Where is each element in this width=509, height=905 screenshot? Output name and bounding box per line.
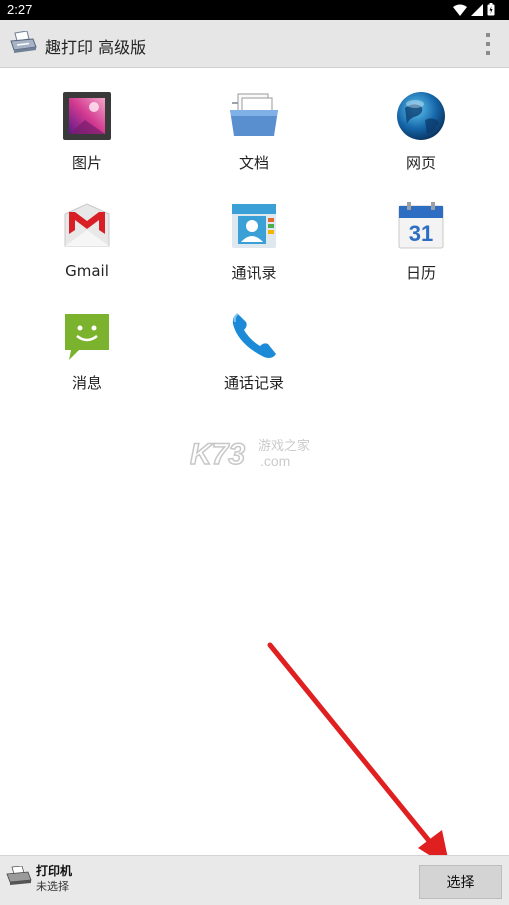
app-bar: 趣打印 高级版 <box>0 20 509 68</box>
tile-label: 图片 <box>71 154 102 172</box>
overflow-menu-icon[interactable] <box>483 33 493 55</box>
contacts-icon <box>232 204 276 248</box>
watermark-logo: K73 游戏之家 .com <box>190 437 310 470</box>
svg-text:.com: .com <box>260 453 290 469</box>
printer-app-icon <box>10 31 37 53</box>
battery-icon <box>487 3 495 16</box>
tile-documents[interactable]: 文档 <box>170 85 338 185</box>
calendar-icon: 31 <box>398 202 444 249</box>
bottom-bar: 打印机 未选择 选择 <box>0 855 509 905</box>
wifi-icon <box>453 4 467 16</box>
tile-pictures[interactable]: 图片 <box>3 85 171 185</box>
tile-label: 通讯录 <box>231 264 277 282</box>
pictures-icon <box>63 92 111 140</box>
tile-label: 通话记录 <box>223 374 284 392</box>
status-time: 2:27 <box>7 2 33 17</box>
gmail-icon <box>64 203 110 247</box>
tile-call-log[interactable]: 通话记录 <box>170 305 338 405</box>
tile-messages[interactable]: 消息 <box>3 305 171 405</box>
svg-text:游戏之家: 游戏之家 <box>258 438 310 454</box>
web-globe-icon <box>397 92 445 140</box>
messages-icon <box>65 314 109 360</box>
printer-status: 未选择 <box>36 880 69 893</box>
calendar-day: 31 <box>409 221 433 246</box>
tile-web[interactable]: 网页 <box>337 85 505 185</box>
tile-label: 日历 <box>405 264 436 282</box>
phone-icon <box>232 313 276 358</box>
tile-gmail[interactable]: Gmail <box>3 195 171 295</box>
printer-title: 打印机 <box>36 864 73 878</box>
status-icons <box>453 3 495 16</box>
app-title: 趣打印 高级版 <box>45 38 147 57</box>
tile-label: 消息 <box>71 374 102 392</box>
tile-label: Gmail <box>65 262 109 280</box>
printer-icon <box>6 866 32 885</box>
tile-label: 网页 <box>405 154 436 172</box>
tile-calendar[interactable]: 31 日历 <box>337 195 505 295</box>
signal-icon <box>471 3 483 16</box>
tile-label: 文档 <box>238 154 269 172</box>
documents-folder-icon <box>230 93 278 136</box>
select-printer-button[interactable]: 选择 <box>419 865 502 899</box>
svg-text:K73: K73 <box>190 438 245 470</box>
status-bar: 2:27 <box>0 0 509 20</box>
tile-contacts[interactable]: 通讯录 <box>170 195 338 295</box>
